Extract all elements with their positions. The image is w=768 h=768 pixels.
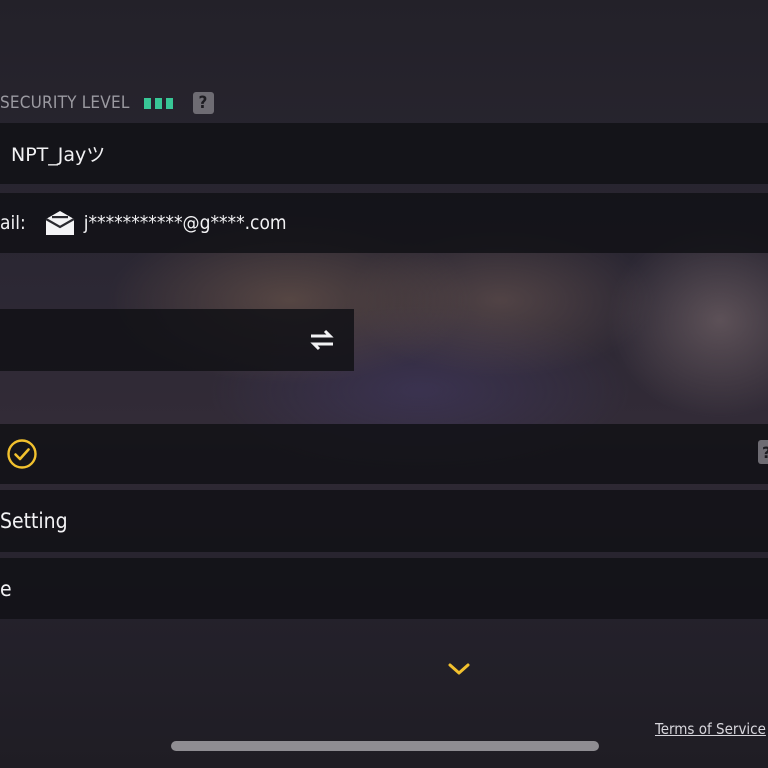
security-bar [143, 97, 151, 109]
swap-arrows-icon[interactable] [308, 328, 336, 352]
security-bar [154, 97, 162, 109]
security-level-bars [143, 97, 173, 109]
verification-help-button[interactable]: ? [758, 440, 768, 464]
security-level: SECURITY LEVEL ? [0, 90, 214, 116]
email-label: ail: [0, 212, 26, 234]
envelope-icon [44, 210, 76, 236]
home-indicator[interactable] [171, 741, 599, 751]
menu-row-2[interactable]: e [0, 558, 768, 619]
account-name-row: NPT_Jayツ [0, 123, 768, 184]
security-bar [165, 97, 173, 109]
account-name: NPT_Jayツ [11, 144, 106, 166]
menu-row-2-label: e [0, 576, 12, 601]
chevron-down-icon[interactable] [447, 661, 471, 677]
terms-of-service-link[interactable]: Terms of Service [655, 720, 766, 738]
switch-account-row[interactable] [0, 309, 354, 371]
security-help-button[interactable]: ? [192, 92, 214, 114]
email-value: j***********@g****.com [83, 212, 287, 234]
email-row: ail: j***********@g****.com [0, 193, 768, 253]
verification-row: ? [0, 424, 768, 484]
setting-row[interactable]: Setting [0, 490, 768, 552]
security-level-label: SECURITY LEVEL [0, 93, 130, 113]
setting-label: Setting [0, 509, 68, 533]
check-circle-icon [6, 438, 38, 470]
